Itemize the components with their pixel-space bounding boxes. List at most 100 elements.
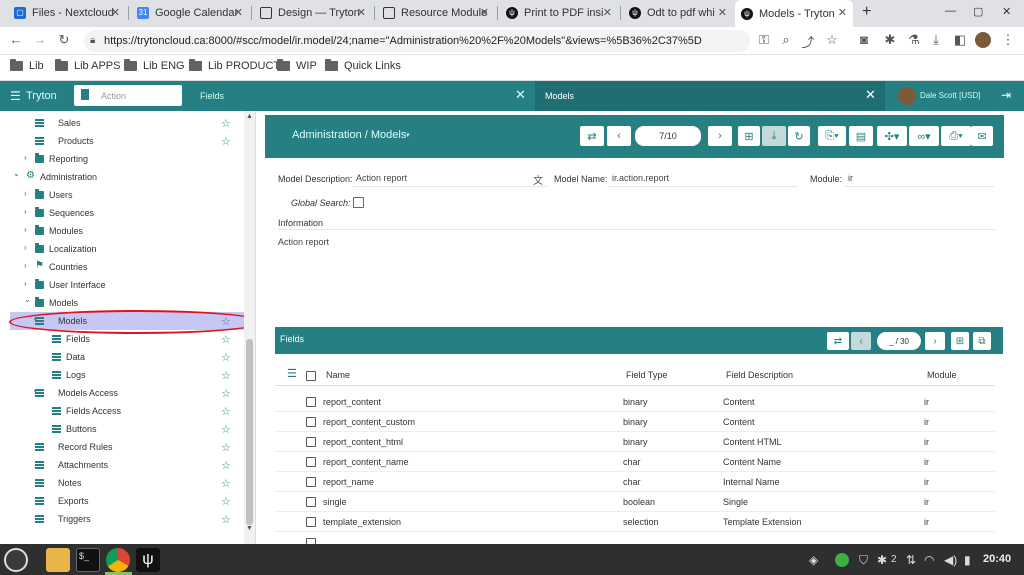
row-checkbox[interactable]: [306, 417, 316, 427]
favorite-star-icon[interactable]: ☆: [221, 387, 231, 400]
favorite-star-icon[interactable]: ☆: [221, 477, 231, 490]
favorite-star-icon[interactable]: ☆: [221, 423, 231, 436]
address-bar[interactable]: 🔒︎ https://trytoncloud.ca:8000/#scc/mode…: [84, 30, 750, 52]
row-checkbox[interactable]: [306, 497, 316, 507]
extension-icon[interactable]: ✱: [882, 32, 898, 48]
switch-view-button[interactable]: ⇄: [827, 332, 849, 350]
favorite-star-icon[interactable]: ☆: [221, 369, 231, 382]
favorite-star-icon[interactable]: ☆: [221, 441, 231, 454]
sidebar-item[interactable]: ⌄ ⚙ Administration: [0, 168, 245, 186]
switch-view-button[interactable]: ⇄: [580, 126, 604, 146]
translate-icon[interactable]: 文: [533, 172, 543, 187]
terminal-icon[interactable]: $_: [76, 548, 100, 572]
sidebar-item[interactable]: › Sequences: [0, 204, 245, 222]
user-name[interactable]: Dale Scott [USD]: [920, 91, 980, 100]
print-button[interactable]: ⎙▾: [941, 126, 971, 146]
sidebar-item[interactable]: Logs ☆: [0, 366, 245, 384]
sync-icon[interactable]: ◈: [809, 553, 818, 567]
volume-icon[interactable]: ◀): [944, 553, 957, 567]
sidebar-item[interactable]: › User Interface: [0, 276, 245, 294]
bookmark-folder[interactable]: Lib APPS: [55, 59, 120, 72]
chevron-right-icon[interactable]: ›: [24, 207, 27, 216]
new-record-button[interactable]: ⊞: [738, 126, 760, 146]
sidebar-item[interactable]: Exports ☆: [0, 492, 245, 510]
download-icon[interactable]: ⤓: [928, 32, 944, 48]
chevron-right-icon[interactable]: ›: [24, 261, 27, 270]
row-checkbox[interactable]: [306, 437, 316, 447]
sidebar-item[interactable]: › Reporting: [0, 150, 245, 168]
table-row[interactable]: report_name char Internal Name ir: [275, 472, 995, 492]
favorite-star-icon[interactable]: ☆: [221, 495, 231, 508]
previous-button[interactable]: ‹: [851, 332, 871, 350]
next-button[interactable]: ›: [925, 332, 945, 350]
sidepanel-icon[interactable]: ◧: [952, 32, 968, 48]
hamburger-icon[interactable]: ☰: [10, 89, 21, 103]
forward-icon[interactable]: →: [32, 32, 48, 47]
close-tab-icon[interactable]: ✕: [865, 87, 876, 103]
sidebar-item[interactable]: › ⚑ Countries: [0, 258, 245, 276]
profile-avatar[interactable]: [975, 32, 991, 48]
bluetooth-icon[interactable]: ✱: [877, 553, 887, 567]
close-icon[interactable]: ✕: [111, 6, 120, 19]
close-icon[interactable]: ✕: [357, 6, 366, 19]
row-checkbox[interactable]: [306, 457, 316, 467]
logout-icon[interactable]: ⇥: [1001, 88, 1011, 102]
bookmark-folder[interactable]: Lib ENG: [124, 59, 185, 72]
brand-title[interactable]: Tryton: [26, 90, 57, 102]
browser-tab[interactable]: Design — Tryton ✕: [254, 0, 372, 25]
sidebar-item[interactable]: Data ☆: [0, 348, 245, 366]
sidebar-item[interactable]: › Modules: [0, 222, 245, 240]
column-header-field-description[interactable]: Field Description: [726, 370, 793, 380]
clock[interactable]: 20:40: [983, 553, 1011, 565]
favorite-star-icon[interactable]: ☆: [221, 459, 231, 472]
module-field[interactable]: ir: [844, 171, 994, 187]
share-icon[interactable]: ⤴: [800, 32, 816, 51]
key-icon[interactable]: ⚿: [756, 32, 772, 48]
maximize-icon[interactable]: ▢: [973, 5, 983, 18]
sidebar-item[interactable]: Sales ☆: [0, 114, 245, 132]
table-row[interactable]: report_content_custom binary Content ir: [275, 412, 995, 432]
favorite-star-icon[interactable]: ☆: [221, 333, 231, 346]
new-tab-button[interactable]: +: [862, 3, 871, 21]
favorite-star-icon[interactable]: ☆: [221, 117, 231, 130]
sidebar-item[interactable]: › Localization: [0, 240, 245, 258]
bookmark-star-icon[interactable]: ☆: [824, 32, 840, 48]
add-button[interactable]: ⊞: [951, 332, 969, 350]
chevron-right-icon[interactable]: ›: [24, 153, 27, 162]
information-field[interactable]: Action report: [278, 229, 995, 319]
scroll-down-icon[interactable]: ▼: [246, 525, 253, 532]
table-row[interactable]: report_content_name char Content Name ir: [275, 452, 995, 472]
browser-tab[interactable]: ψ Print to PDF insi ✕: [500, 0, 618, 25]
model-description-field[interactable]: Action report: [352, 171, 547, 187]
chevron-right-icon[interactable]: ›: [24, 189, 27, 198]
menu-icon[interactable]: ⋮: [1000, 32, 1016, 48]
email-button[interactable]: ✉: [971, 126, 993, 146]
browser-tab-active[interactable]: ψ Models - Tryton ✕: [735, 0, 853, 27]
close-icon[interactable]: ✕: [603, 6, 612, 19]
table-row[interactable]: template_extension selection Template Exte…: [275, 512, 995, 532]
table-row[interactable]: report_content_html binary Content HTML ir: [275, 432, 995, 452]
scrollbar-thumb[interactable]: [246, 339, 253, 525]
action-button[interactable]: ✣▾: [877, 126, 907, 146]
browser-tab[interactable]: ψ Odt to pdf whi ✕: [623, 0, 733, 25]
check-icon[interactable]: [835, 553, 849, 567]
camera-icon[interactable]: ◙: [856, 32, 872, 47]
breadcrumb[interactable]: Administration / Models: [292, 129, 406, 141]
sidebar-item[interactable]: Attachments ☆: [0, 456, 245, 474]
favorite-star-icon[interactable]: ☆: [221, 351, 231, 364]
back-icon[interactable]: ←: [8, 32, 24, 47]
bookmark-folder[interactable]: Quick Links: [325, 59, 401, 72]
bookmark-folder[interactable]: WIP: [277, 59, 317, 72]
sidebar-item[interactable]: Buttons ☆: [0, 420, 245, 438]
chevron-right-icon[interactable]: ›: [24, 279, 27, 288]
attachment-button[interactable]: ⎘▾: [818, 126, 846, 146]
wifi-icon[interactable]: ◠: [924, 553, 934, 567]
favorite-star-icon[interactable]: ☆: [221, 513, 231, 526]
chevron-right-icon[interactable]: ›: [24, 225, 27, 234]
close-icon[interactable]: ✕: [480, 6, 489, 19]
tab-models[interactable]: Models ✕: [535, 81, 885, 111]
column-header-name[interactable]: Name: [326, 370, 350, 380]
row-checkbox[interactable]: [306, 517, 316, 527]
sidebar-item[interactable]: Products ☆: [0, 132, 245, 150]
lab-icon[interactable]: ⚗: [906, 32, 922, 48]
